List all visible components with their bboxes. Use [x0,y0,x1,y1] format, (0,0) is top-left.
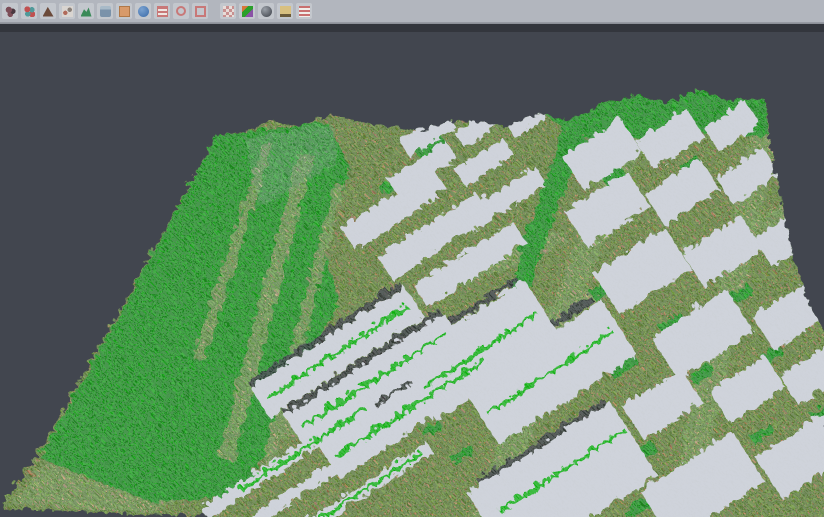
crop-region-icon [195,6,206,17]
cross-sections-icon [157,6,168,17]
measure-marker-icon [280,6,291,17]
section-stack-button[interactable] [296,3,312,19]
classification-colors-icon [242,6,253,17]
rotate-view-button[interactable] [173,3,189,19]
sparse-points-icon [62,6,73,17]
point-cloud-canvas[interactable] [0,32,824,517]
render-sphere-icon [261,6,272,17]
main-toolbar [0,0,824,23]
import-cloud-button[interactable] [2,3,18,19]
globe-view-button[interactable] [135,3,151,19]
tile-selection-button[interactable] [220,3,236,19]
application-window [0,0,824,517]
terrain-model-button[interactable] [40,3,56,19]
crop-region-button[interactable] [192,3,208,19]
sparse-points-button[interactable] [59,3,75,19]
light-speckle-layer [0,72,824,517]
terrain-model-icon [43,6,54,17]
terrain-point-cloud [0,72,824,517]
register-points-button[interactable] [21,3,37,19]
globe-view-icon [138,6,149,17]
measure-marker-button[interactable] [277,3,293,19]
3d-viewport[interactable] [0,32,824,517]
render-sphere-button[interactable] [258,3,274,19]
import-cloud-icon [5,6,16,17]
clip-box-icon [119,6,130,17]
section-stack-icon [299,6,310,17]
dem-surface-button[interactable] [78,3,94,19]
profile-view-icon [100,6,111,17]
clip-box-button[interactable] [116,3,132,19]
rotate-view-icon [176,6,186,16]
toolbar-separator [0,23,824,32]
cross-sections-button[interactable] [154,3,170,19]
classification-colors-button[interactable] [239,3,255,19]
dem-surface-icon [81,6,92,17]
profile-view-button[interactable] [97,3,113,19]
register-points-icon [24,6,35,17]
tile-selection-icon [223,6,234,17]
